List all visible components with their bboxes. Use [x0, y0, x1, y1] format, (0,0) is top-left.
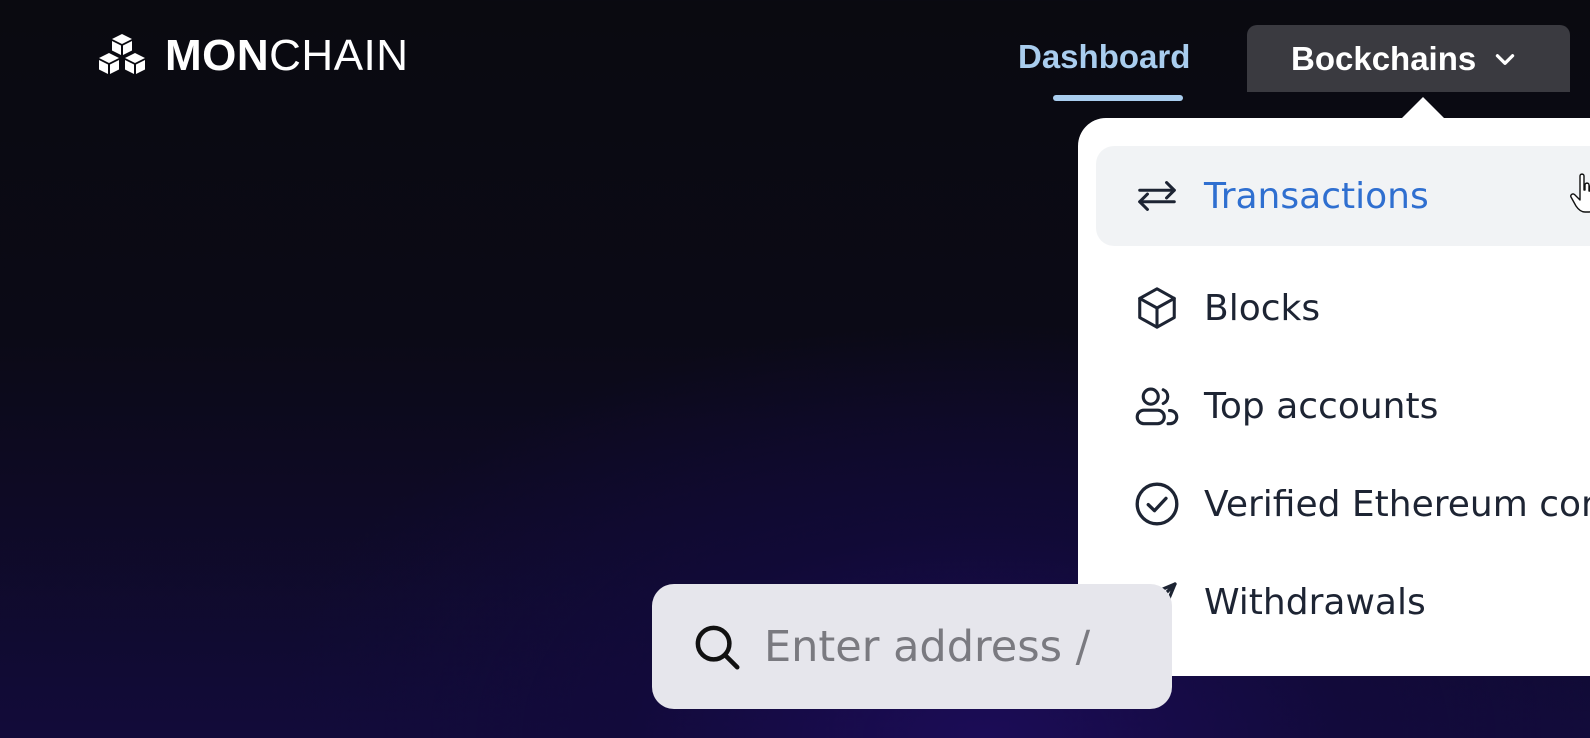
- menu-item-transactions[interactable]: Transactions: [1096, 146, 1590, 246]
- menu-item-label: Transactions: [1204, 175, 1429, 217]
- search-bar[interactable]: [652, 584, 1172, 709]
- menu-item-top-accounts[interactable]: Top accounts: [1096, 376, 1590, 436]
- chevron-down-icon: [1496, 53, 1515, 65]
- cubes-logo-icon: [99, 34, 145, 74]
- logo-text-light: CHAIN: [269, 31, 409, 80]
- nav-dashboard-link[interactable]: Dashboard: [1018, 36, 1190, 78]
- arrows-swap-icon: [1132, 171, 1182, 221]
- menu-item-blocks[interactable]: Blocks: [1096, 278, 1590, 338]
- dropdown-caret: [1402, 97, 1444, 118]
- hand-cursor-icon: [1570, 173, 1590, 213]
- nav-active-underline: [1053, 95, 1183, 101]
- logo-text: MONCHAIN: [165, 32, 409, 80]
- logo-text-bold: MON: [165, 31, 270, 80]
- search-input[interactable]: [762, 620, 1126, 673]
- menu-item-verified-contracts[interactable]: Verified Ethereum con: [1096, 474, 1590, 534]
- nav-blockchains-label: Bockchains: [1291, 39, 1477, 77]
- menu-item-label: Top accounts: [1204, 385, 1439, 427]
- nav-blockchains-button[interactable]: Bockchains: [1247, 25, 1570, 92]
- users-icon: [1132, 381, 1182, 431]
- logo[interactable]: MONCHAIN: [95, 32, 409, 80]
- menu-item-label: Withdrawals: [1204, 581, 1426, 623]
- check-circle-icon: [1132, 479, 1182, 529]
- cube-icon: [1132, 283, 1182, 333]
- search-icon: [695, 625, 740, 669]
- menu-item-label: Verified Ethereum con: [1204, 483, 1590, 525]
- menu-item-label: Blocks: [1204, 287, 1321, 329]
